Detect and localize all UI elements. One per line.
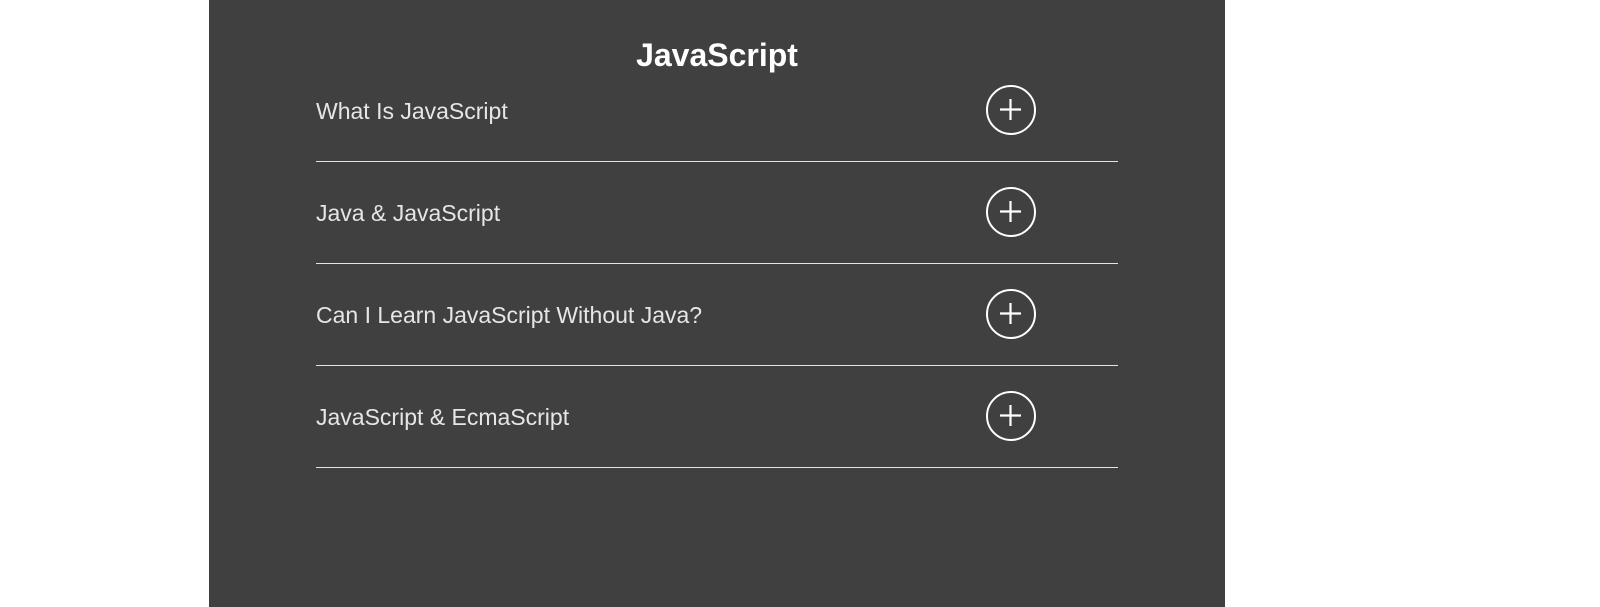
expand-button[interactable] <box>986 391 1036 441</box>
accordion-list: What Is JavaScript Java & JavaScript Can… <box>316 60 1118 468</box>
accordion-item-label[interactable]: Java & JavaScript <box>316 198 500 228</box>
faq-panel: JavaScript What Is JavaScript Java & Jav… <box>209 0 1225 607</box>
expand-button[interactable] <box>986 85 1036 135</box>
accordion-item-label[interactable]: Can I Learn JavaScript Without Java? <box>316 300 702 330</box>
expand-button[interactable] <box>986 187 1036 237</box>
accordion-item-label[interactable]: JavaScript & EcmaScript <box>316 402 569 432</box>
plus-icon <box>1000 99 1021 120</box>
plus-icon <box>1000 201 1021 222</box>
accordion-item[interactable]: What Is JavaScript <box>316 60 1118 162</box>
accordion-item[interactable]: Can I Learn JavaScript Without Java? <box>316 264 1118 366</box>
expand-button[interactable] <box>986 289 1036 339</box>
accordion-item[interactable]: JavaScript & EcmaScript <box>316 366 1118 468</box>
plus-icon <box>1000 405 1021 426</box>
accordion-item[interactable]: Java & JavaScript <box>316 162 1118 264</box>
accordion-item-label[interactable]: What Is JavaScript <box>316 96 508 126</box>
plus-icon <box>1000 303 1021 324</box>
